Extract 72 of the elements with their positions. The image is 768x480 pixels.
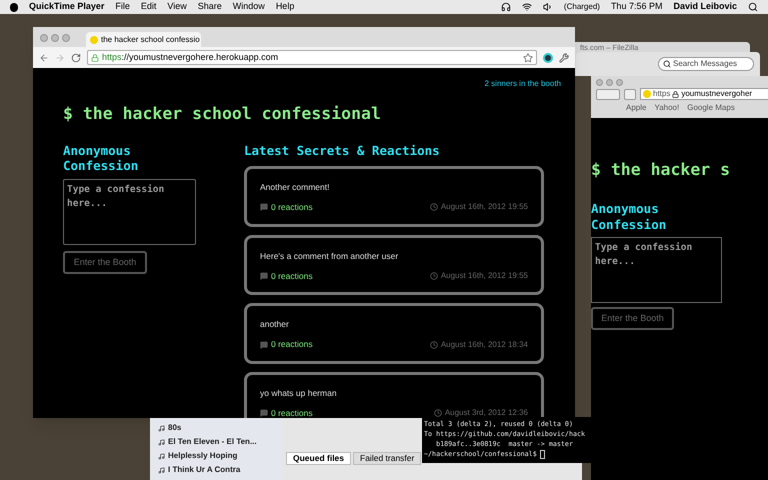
reactions-link[interactable]: 0 reactions (260, 407, 313, 420)
menu-item[interactable]: Window (232, 0, 265, 14)
menu-item[interactable]: View (167, 0, 187, 14)
headphones-icon[interactable] (500, 2, 511, 12)
comment-icon (260, 272, 268, 280)
reactions-link[interactable]: 0 reactions (260, 200, 313, 214)
secret-text: yo whats up herman (260, 387, 338, 399)
comment-icon (260, 409, 268, 418)
user-name[interactable]: David Leibovic (673, 0, 737, 14)
page-title: $ the hacker school confessional (63, 103, 382, 125)
submit-button[interactable]: Enter the Booth (63, 250, 147, 274)
section-heading: Anonymous Confession (63, 142, 140, 173)
secret-date: August 3rd, 2012 12:36 (434, 407, 528, 420)
music-icon (158, 452, 165, 460)
secret-text: Here's a comment from another user (260, 250, 400, 262)
clock-icon (434, 409, 442, 418)
cursor (540, 450, 545, 458)
playlist-item[interactable]: 80s (158, 422, 282, 434)
page-title: $ the hacker s (591, 159, 732, 181)
clock-icon (430, 340, 438, 349)
bookmark-link[interactable]: Apple (626, 102, 646, 114)
lock-icon (91, 54, 99, 62)
extension-icon[interactable] (543, 52, 553, 62)
music-icon (158, 424, 165, 432)
visitor-count: 2 sinners in the booth (484, 78, 561, 90)
add-button[interactable] (624, 88, 636, 100)
music-icon (158, 466, 165, 474)
comment-icon (260, 203, 268, 212)
playlist-item[interactable]: El Ten Eleven - El Ten... (158, 436, 282, 448)
secret-text: another (260, 318, 290, 330)
volume-icon[interactable] (542, 2, 553, 12)
menu-item[interactable]: File (115, 0, 130, 14)
music-icon (158, 438, 165, 446)
reactions-link[interactable]: 0 reactions (260, 338, 313, 351)
battery-status[interactable]: (Charged) (564, 1, 600, 13)
address-bar[interactable]: https youmustnevergoher (640, 88, 768, 100)
wifi-icon[interactable] (522, 2, 532, 12)
secret-text: Another comment! (260, 180, 330, 193)
secret-date: August 16th, 2012 19:55 (430, 201, 528, 214)
secret-date: August 16th, 2012 18:34 (430, 338, 528, 351)
section-heading: Anonymous Confession (591, 200, 668, 233)
address-bar[interactable]: https://youmustnevergohere.herokuapp.com (87, 50, 537, 65)
confession-field[interactable]: Type a confession here... (591, 236, 722, 303)
submit-button[interactable]: Enter the Booth (591, 306, 674, 330)
clock-icon (430, 203, 438, 212)
wrench-icon[interactable] (559, 52, 569, 62)
search-icon[interactable] (748, 2, 758, 12)
back-forward-button[interactable] (596, 88, 620, 100)
bookmark-link[interactable]: Yahoo! (654, 102, 680, 114)
menu-clock[interactable]: Thu 7:56 PM (610, 0, 662, 14)
menu-item[interactable]: Help (276, 0, 294, 14)
menu-item[interactable]: Share (198, 0, 222, 14)
search-icon (663, 60, 671, 68)
app-name[interactable]: QuickTime Player (29, 0, 104, 14)
comment-icon (260, 340, 268, 349)
lock-icon (672, 90, 680, 98)
transfer-tab[interactable]: Failed transfer (353, 452, 422, 465)
transfer-tab[interactable]: Queued files (286, 452, 352, 465)
reactions-link[interactable]: 0 reactions (260, 270, 313, 282)
confession-field[interactable]: Type a confession here... (63, 178, 196, 245)
menu-item[interactable]: Edit (140, 0, 156, 14)
playlist-item[interactable]: Helplessly Hoping (158, 450, 282, 462)
reload-icon[interactable] (71, 52, 81, 62)
search-field[interactable]: Search Messages (658, 57, 754, 71)
browser-tab[interactable]: the hacker school confessio (86, 32, 201, 47)
secret-date: August 16th, 2012 19:55 (430, 270, 528, 282)
playlist-item[interactable]: I Think Ur A Contra (158, 464, 282, 476)
bookmark-link[interactable]: Google Maps (687, 102, 735, 114)
section-heading: Latest Secrets & Reactions (244, 142, 441, 158)
back-icon[interactable] (39, 52, 49, 62)
star-icon[interactable] (523, 52, 533, 62)
clock-icon (430, 272, 438, 280)
